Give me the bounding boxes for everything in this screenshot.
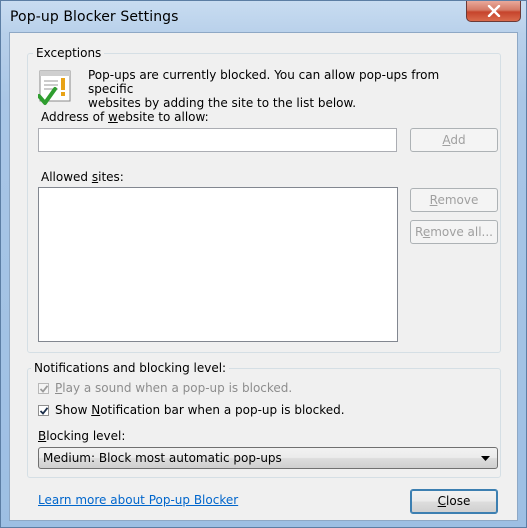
remove-button[interactable]: Remove [410, 188, 498, 212]
blocking-label-key: B [38, 429, 47, 443]
blocking-label-rest: locking level: [46, 429, 126, 443]
allowed-sites-list[interactable] [38, 187, 398, 342]
address-label-key: w [107, 110, 118, 124]
dialog-client-area: Exceptions Pop-ups are currently blocked… [9, 32, 518, 521]
info-line-1: Pop-ups are currently blocked. You can a… [88, 68, 440, 96]
window-title: Pop-up Blocker Settings [10, 9, 179, 25]
title-bar[interactable]: Pop-up Blocker Settings [1, 1, 526, 32]
close-icon [487, 5, 501, 17]
learn-more-link[interactable]: Learn more about Pop-up Blocker [38, 493, 238, 507]
remove-all-button[interactable]: Remove all... [410, 220, 498, 244]
remove-all-pre: R [415, 225, 423, 239]
show-notification-bar-label: Show Notification bar when a pop-up is b… [55, 403, 345, 417]
dialog-window: Pop-up Blocker Settings Exceptions Pop-u… [0, 0, 527, 528]
checkmark-icon [39, 385, 49, 393]
play-sound-checkbox[interactable] [38, 383, 49, 394]
address-label-post: ebsite to allow: [117, 110, 209, 124]
show-bar-pre: Show [55, 403, 92, 417]
show-notification-bar-checkbox[interactable] [38, 405, 49, 416]
remove-all-post: move all... [430, 225, 493, 239]
address-input[interactable] [38, 128, 397, 152]
address-label: Address of website to allow: [41, 110, 209, 124]
allowed-label-post: ites: [98, 170, 124, 184]
close-button-key: C [437, 494, 447, 508]
add-button-rest: dd [450, 133, 466, 147]
play-sound-rest: lay a sound when a pop-up is blocked. [62, 381, 293, 395]
info-text: Pop-ups are currently blocked. You can a… [88, 68, 488, 110]
checkmark-icon [39, 407, 49, 415]
allowed-label-pre: Allowed [41, 170, 92, 184]
exceptions-legend: Exceptions [33, 46, 105, 60]
blocking-level-label: Blocking level: [38, 429, 125, 443]
show-bar-post: otification bar when a pop-up is blocked… [100, 403, 345, 417]
remove-button-rest: emove [437, 193, 479, 207]
add-button[interactable]: Add [410, 128, 498, 152]
blocking-level-select[interactable]: Medium: Block most automatic pop-ups [38, 447, 498, 469]
window-close-button[interactable] [466, 1, 521, 22]
play-sound-label: Play a sound when a pop-up is blocked. [55, 381, 292, 395]
close-button-rest: lose [446, 494, 471, 508]
show-bar-key: N [91, 403, 101, 417]
allowed-sites-label: Allowed sites: [41, 170, 124, 184]
chevron-down-icon [481, 456, 490, 461]
notifications-legend: Notifications and blocking level: [31, 361, 230, 375]
address-label-pre: Address of [41, 110, 108, 124]
close-button[interactable]: Close [410, 489, 498, 514]
notepad-warning-check-icon [38, 70, 71, 105]
info-line-2: websites by adding the site to the list … [88, 96, 357, 110]
blocking-level-value: Medium: Block most automatic pop-ups [43, 451, 282, 465]
